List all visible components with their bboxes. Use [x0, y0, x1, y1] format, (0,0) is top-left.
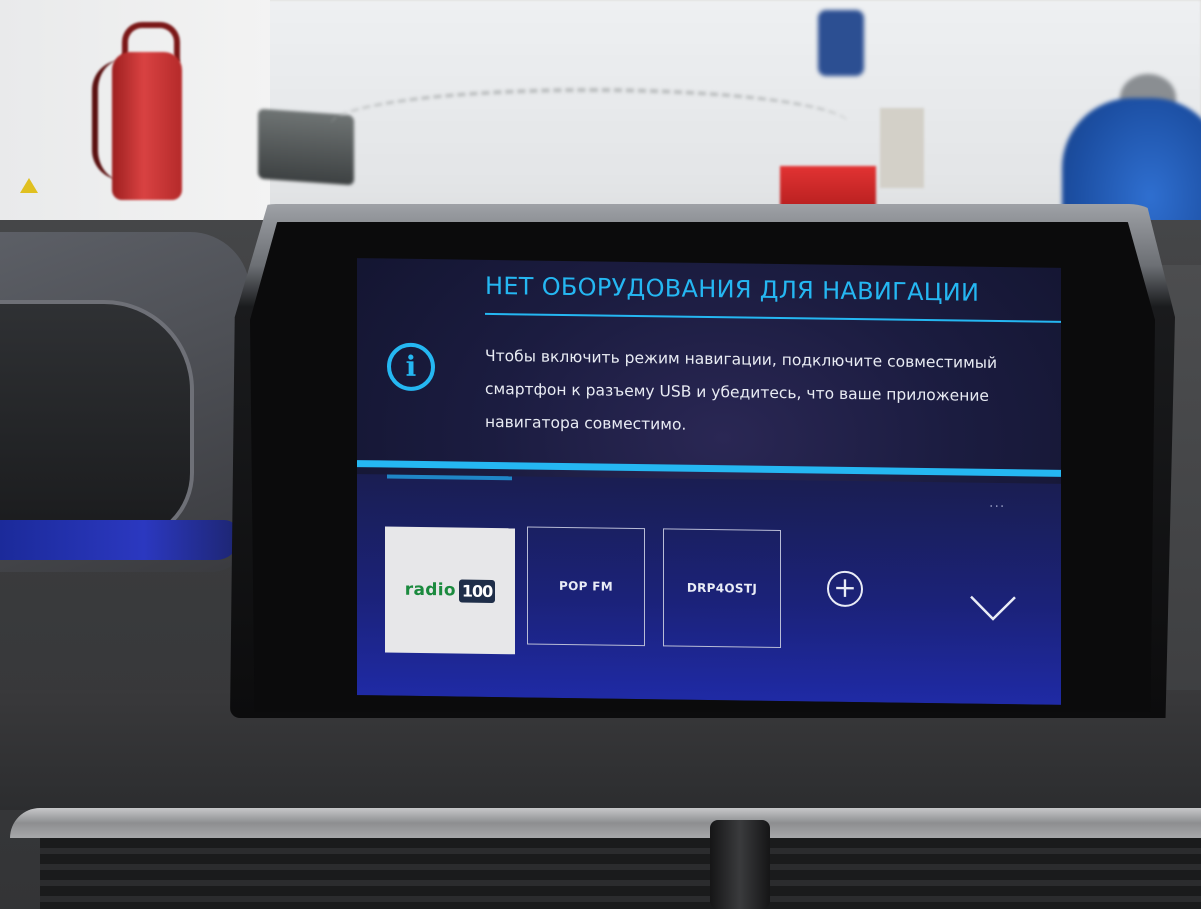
- dialog-bottom-bar: [357, 460, 1061, 477]
- electrical-box: [880, 108, 924, 188]
- add-preset-icon[interactable]: +: [827, 570, 863, 608]
- title-divider: [485, 312, 1061, 323]
- side-mirror: [0, 300, 194, 543]
- photo-background: НЕТ ОБОРУДОВАНИЯ ДЛЯ НАВИГАЦИИ i Чтобы в…: [0, 0, 1201, 909]
- preset-label: DRP4OSTJ: [686, 580, 758, 596]
- dialog-title: НЕТ ОБОРУДОВАНИЯ ДЛЯ НАВИГАЦИИ: [485, 271, 980, 307]
- preset-radio100[interactable]: radio 100: [385, 526, 515, 655]
- preset-pop-fm[interactable]: POP FM: [527, 526, 645, 647]
- chevron-down-icon[interactable]: [969, 593, 1017, 624]
- fire-extinguisher: [112, 52, 182, 200]
- blue-tank: [818, 10, 864, 76]
- preset-drp4ostj[interactable]: DRP4OSTJ: [663, 528, 781, 649]
- chrome-trim: [10, 808, 1201, 838]
- dialog-message: Чтобы включить режим навигации, подключи…: [485, 346, 998, 434]
- preset-label: POP FM: [559, 578, 613, 594]
- door-trim: [0, 520, 240, 560]
- radio100-logo-word: radio: [404, 579, 456, 601]
- red-equipment: [780, 166, 876, 208]
- warning-sign: [20, 178, 38, 193]
- radio100-logo-number: 100: [458, 579, 496, 603]
- vent-divider: [710, 820, 770, 909]
- hanging-cable: [330, 88, 850, 162]
- air-vents: [40, 838, 1201, 909]
- infotainment-screen: НЕТ ОБОРУДОВАНИЯ ДЛЯ НАВИГАЦИИ i Чтобы в…: [357, 258, 1061, 705]
- page-dots: ...: [989, 494, 1006, 512]
- info-icon: i: [387, 342, 435, 392]
